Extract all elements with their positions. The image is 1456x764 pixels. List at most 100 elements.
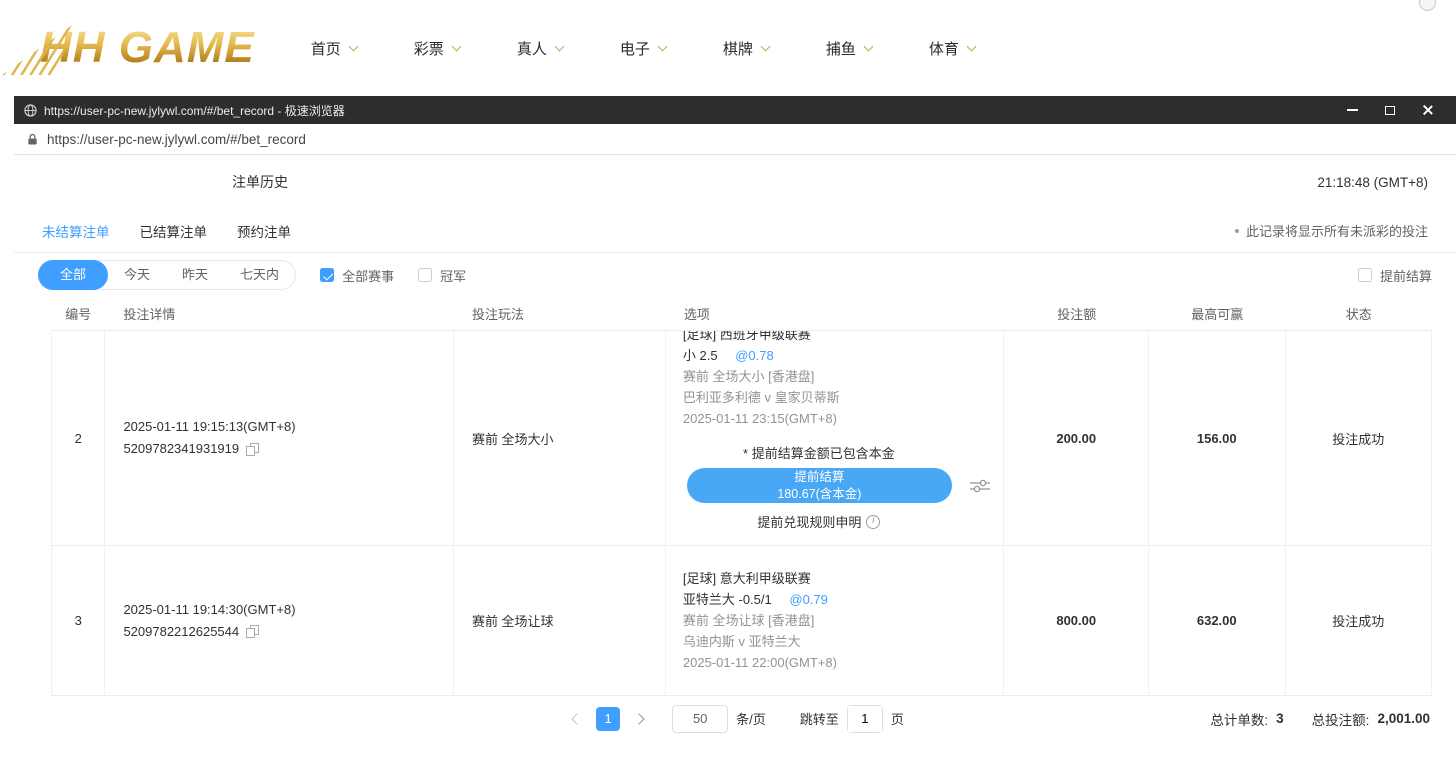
copy-icon[interactable] — [246, 625, 259, 638]
next-page-button[interactable] — [628, 708, 650, 730]
maximize-icon — [1385, 106, 1395, 115]
chevron-down-icon — [863, 41, 873, 51]
bet-amount: 200.00 — [1004, 331, 1148, 545]
browser-titlebar[interactable]: https://user-pc-new.jylywl.com/#/bet_rec… — [14, 96, 1456, 124]
bet-record-page: 注单历史 21:18:48 (GMT+8) 未结算注单 已结算注单 预约注单 此… — [14, 155, 1456, 764]
window-controls — [1330, 96, 1444, 124]
minimize-icon — [1347, 109, 1358, 111]
page-title: 注单历史 — [232, 172, 288, 192]
bet-detail-cell: 2025-01-11 19:14:30(GMT+8) 5209782212625… — [105, 546, 454, 695]
jump-label: 跳转至 — [800, 709, 839, 728]
tab-settled[interactable]: 已结算注单 — [140, 221, 208, 241]
close-icon — [1422, 104, 1434, 116]
nav-item-lottery[interactable]: 彩票 — [414, 38, 460, 59]
info-icon[interactable] — [866, 515, 880, 529]
pill-all[interactable]: 全部 — [38, 260, 108, 290]
early-settle-adjust-icon[interactable] — [970, 479, 990, 493]
option-market: 赛前 全场让球 [香港盘] — [683, 610, 814, 631]
nav-item-home[interactable]: 首页 — [311, 38, 357, 59]
page-number-button[interactable]: 1 — [596, 707, 620, 731]
header-option: 选项 — [666, 297, 1005, 330]
total-count-label: 总计单数: — [1210, 709, 1268, 729]
total-amount-label: 总投注额: — [1312, 709, 1370, 729]
checkbox-champion[interactable]: 冠军 — [418, 266, 466, 285]
globe-icon — [24, 104, 37, 117]
address-bar[interactable]: https://user-pc-new.jylywl.com/#/bet_rec… — [14, 124, 1456, 155]
pill-seven-days[interactable]: 七天内 — [224, 261, 295, 289]
bet-play: 赛前 全场让球 — [454, 546, 666, 695]
tab-reserved[interactable]: 预约注单 — [237, 221, 291, 241]
bet-id: 5209782341931919 — [123, 438, 239, 460]
window-title: https://user-pc-new.jylywl.com/#/bet_rec… — [44, 102, 345, 119]
header-detail: 投注详情 — [105, 297, 454, 330]
main-nav: 首页 彩票 真人 电子 棋牌 捕鱼 体育 — [311, 38, 975, 59]
chevron-down-icon — [966, 41, 976, 51]
checkbox-unchecked-icon — [418, 268, 432, 282]
url-text: https://user-pc-new.jylywl.com/#/bet_rec… — [47, 132, 306, 147]
checkbox-all-events[interactable]: 全部赛事 — [320, 266, 394, 285]
bet-time: 2025-01-11 19:15:13(GMT+8) — [123, 416, 295, 438]
pagination: 1 条/页 跳转至 页 总计单数: 3 总投注额: 2,001.00 — [38, 696, 1432, 741]
table-header: 编号 投注详情 投注玩法 选项 投注额 最高可赢 状态 — [51, 297, 1432, 331]
nav-item-live[interactable]: 真人 — [517, 38, 563, 59]
header-play: 投注玩法 — [454, 297, 666, 330]
maximize-button[interactable] — [1374, 96, 1406, 124]
option-match-time: 2025-01-11 23:15(GMT+8) — [683, 408, 1004, 429]
bet-status: 投注成功 — [1286, 546, 1432, 695]
early-cashout-rules-link[interactable]: 提前兑现规则申明 — [683, 512, 955, 531]
pill-yesterday[interactable]: 昨天 — [166, 261, 224, 289]
jump-page-box[interactable] — [847, 705, 883, 733]
floating-widget-icon[interactable] — [1419, 0, 1436, 11]
filter-row: 全部 今天 昨天 七天内 全部赛事 冠军 提前结算 — [14, 253, 1456, 297]
total-amount: 2,001.00 — [1377, 711, 1430, 726]
nav-item-fishing[interactable]: 捕鱼 — [826, 38, 872, 59]
pill-today[interactable]: 今天 — [108, 261, 166, 289]
tab-unsettled[interactable]: 未结算注单 — [42, 221, 110, 241]
chevron-down-icon — [451, 41, 461, 51]
page-size-input[interactable] — [679, 711, 721, 726]
server-clock: 21:18:48 (GMT+8) — [1317, 175, 1428, 190]
nav-item-slots[interactable]: 电子 — [620, 38, 666, 59]
nav-item-cards[interactable]: 棋牌 — [723, 38, 769, 59]
browser-window: https://user-pc-new.jylywl.com/#/bet_rec… — [14, 96, 1456, 764]
chevron-down-icon — [348, 41, 358, 51]
page-size-suffix: 条/页 — [736, 709, 766, 728]
copy-icon[interactable] — [246, 443, 259, 456]
option-league: [足球] 意大利甲级联赛 — [683, 568, 811, 589]
checkbox-checked-icon — [320, 268, 334, 282]
early-settle-note: * 提前结算金额已包含本金 — [683, 443, 955, 462]
chevron-right-icon — [634, 713, 645, 724]
jump-page-input[interactable] — [848, 706, 882, 732]
prev-page-button[interactable] — [566, 708, 588, 730]
tabs-note: 此记录将显示所有未派彩的投注 — [1235, 221, 1428, 240]
table-row: 2 2025-01-11 19:15:13(GMT+8) 52097823419… — [51, 331, 1432, 546]
checkbox-early-settle-filter[interactable]: 提前结算 — [1358, 266, 1432, 285]
checkbox-unchecked-icon — [1358, 268, 1372, 282]
bet-table: 编号 投注详情 投注玩法 选项 投注额 最高可赢 状态 2 2025-01-11… — [51, 297, 1432, 696]
header-status: 状态 — [1286, 297, 1432, 330]
tabs-row: 未结算注单 已结算注单 预约注单 此记录将显示所有未派彩的投注 — [14, 209, 1456, 253]
option-market: 赛前 全场大小 [香港盘] — [683, 366, 1004, 387]
minimize-button[interactable] — [1336, 96, 1368, 124]
bet-play: 赛前 全场大小 — [454, 331, 666, 545]
nav-item-sports[interactable]: 体育 — [929, 38, 975, 59]
chevron-left-icon — [572, 713, 583, 724]
option-odds: @0.79 — [789, 592, 828, 607]
bet-time: 2025-01-11 19:14:30(GMT+8) — [123, 599, 295, 621]
early-settle-button[interactable]: 提前结算 180.67(含本金) — [687, 468, 952, 503]
header-no: 编号 — [51, 297, 105, 330]
option-pick: 小 2.5 — [683, 348, 718, 363]
bet-no: 2 — [51, 331, 105, 545]
option-match: 巴利亚多利德 v 皇家贝蒂斯 — [683, 387, 1004, 408]
chevron-down-icon — [554, 41, 564, 51]
bet-option-cell: [足球] 西班牙甲级联赛 小 2.5 @0.78 赛前 全场大小 [香港盘] 巴… — [666, 331, 1005, 545]
chevron-down-icon — [760, 41, 770, 51]
note-dot-icon — [1235, 229, 1239, 233]
page-size-select[interactable] — [672, 705, 728, 733]
date-range-group: 全部 今天 昨天 七天内 — [38, 260, 296, 290]
lock-icon — [27, 133, 38, 146]
site-logo[interactable]: HH GAME — [14, 21, 255, 75]
option-match: 乌迪内斯 v 亚特兰大 — [683, 631, 801, 652]
close-button[interactable] — [1412, 96, 1444, 124]
header-max-win: 最高可赢 — [1149, 297, 1286, 330]
